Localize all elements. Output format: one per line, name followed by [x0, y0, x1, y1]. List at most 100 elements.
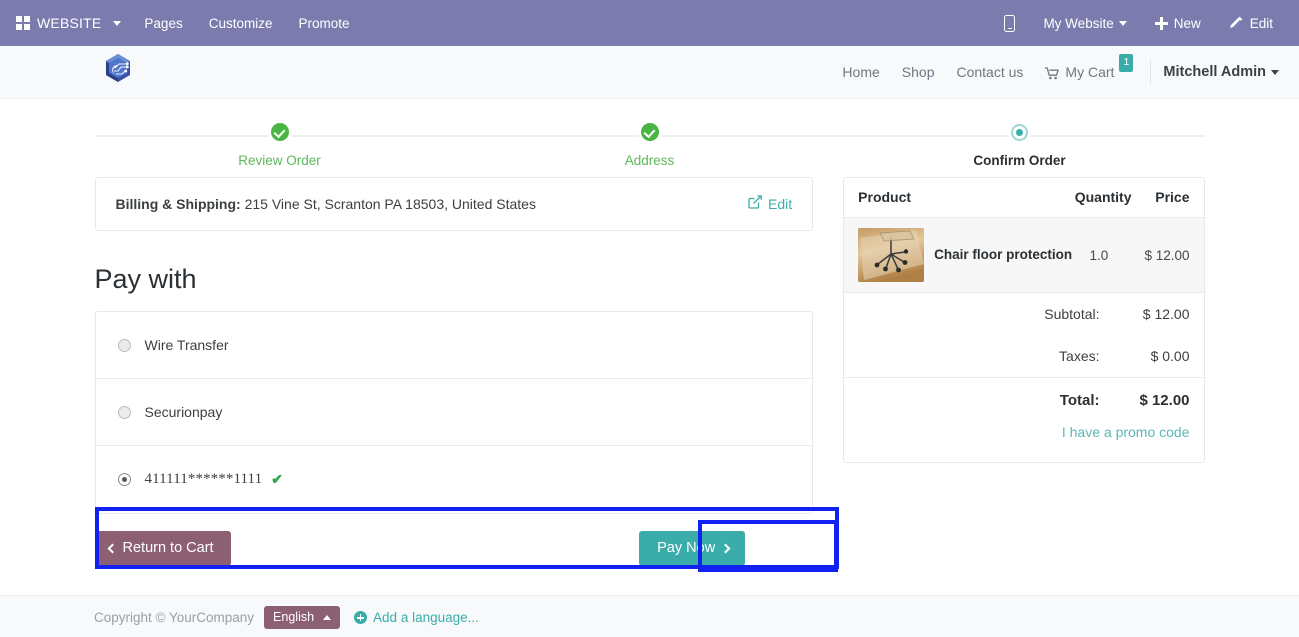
chevron-down-icon — [1118, 20, 1127, 26]
wizard-step-confirm-order[interactable]: Confirm Order — [835, 121, 1205, 168]
copyright-text: Copyright © YourCompany — [94, 610, 255, 625]
promo-row: I have a promo code — [844, 422, 1203, 462]
backend-navbar-left: WEBSITE Pages Customize Promote — [10, 0, 363, 46]
add-language-link[interactable]: Add a language... — [354, 610, 479, 625]
backend-navbar: WEBSITE Pages Customize Promote My Websi… — [0, 0, 1299, 46]
checkout-actions: Return to Cart Pay Now — [94, 520, 838, 572]
menu-item-promote[interactable]: Promote — [285, 0, 362, 46]
mobile-preview-button[interactable] — [990, 0, 1029, 46]
order-summary-column: Product Quantity Price Chair floor prote… — [843, 177, 1205, 463]
menu-item-pages[interactable]: Pages — [131, 0, 195, 46]
checkout-main-column: Billing & Shipping: 215 Vine St, Scranto… — [94, 177, 839, 572]
total-label: Total: — [1059, 392, 1100, 409]
return-to-cart-label: Return to Cart — [122, 540, 214, 556]
chevron-right-icon — [720, 543, 731, 553]
chevron-down-icon — [1271, 69, 1279, 75]
company-logo-icon — [106, 54, 130, 82]
payment-method-saved-card[interactable]: 411111******1111 ✔ — [96, 446, 813, 513]
pay-now-button[interactable]: Pay Now — [639, 531, 746, 566]
payment-method-label: 411111******1111 — [144, 471, 263, 487]
chevron-up-icon — [323, 614, 332, 620]
taxes-label: Taxes: — [1059, 348, 1100, 364]
column-header-product: Product — [858, 189, 912, 205]
payment-methods-list: Wire Transfer Securionpay 411111******11… — [94, 311, 814, 514]
cart-icon — [1045, 64, 1060, 86]
cart-count-badge: 1 — [1119, 54, 1134, 72]
step-marker-wrap — [465, 121, 835, 143]
summary-total-row: Total: $ 12.00 — [844, 377, 1204, 422]
apps-menu-button[interactable]: WEBSITE — [10, 0, 131, 46]
pay-now-label: Pay Now — [657, 540, 716, 556]
language-selector-label: English — [273, 610, 315, 624]
site-nav: Home Shop Contact us My Cart 1 Mitchell … — [831, 54, 1279, 86]
product-quantity: 1.0 — [1089, 247, 1109, 263]
billing-shipping-label: Billing & Shipping: — [115, 195, 241, 212]
column-header-price: Price — [1155, 189, 1190, 205]
taxes-value: $ 0.00 — [1150, 348, 1190, 364]
wizard-step-label: Review Order — [238, 153, 321, 168]
site-footer: Copyright © YourCompany English Add a la… — [0, 595, 1299, 637]
edit-square-icon — [748, 195, 762, 212]
add-language-label: Add a language... — [373, 610, 479, 625]
plus-circle-icon — [354, 611, 368, 624]
chevron-down-icon — [113, 20, 122, 26]
user-menu-label: Mitchell Admin — [1163, 64, 1266, 80]
return-to-cart-button[interactable]: Return to Cart — [94, 531, 231, 566]
radio-icon[interactable] — [117, 405, 131, 419]
new-button[interactable]: New — [1141, 0, 1215, 46]
nav-link-shop[interactable]: Shop — [891, 61, 946, 83]
payment-method-label: Securionpay — [144, 404, 223, 420]
total-value: $ 12.00 — [1139, 392, 1190, 409]
cart-label: My Cart — [1065, 64, 1115, 80]
edit-button-label: Edit — [1249, 15, 1273, 31]
nav-link-contact-us[interactable]: Contact us — [945, 61, 1034, 83]
checkout-columns: Billing & Shipping: 215 Vine St, Scranto… — [94, 177, 1205, 572]
backend-brand-label: WEBSITE — [37, 15, 102, 31]
billing-shipping-text: Billing & Shipping: 215 Vine St, Scranto… — [116, 196, 536, 212]
column-header-quantity: Quantity — [1074, 189, 1132, 205]
product-name: Chair floor protection — [934, 246, 1073, 262]
language-selector-button[interactable]: English — [264, 606, 341, 629]
nav-link-my-cart[interactable]: My Cart 1 — [1034, 54, 1144, 86]
user-menu[interactable]: Mitchell Admin — [1163, 64, 1279, 80]
billing-shipping-value: 215 Vine St, Scranton PA 18503, United S… — [244, 195, 536, 212]
wizard-step-address[interactable]: Address — [465, 121, 835, 168]
subtotal-value: $ 12.00 — [1142, 306, 1190, 322]
website-selector[interactable]: My Website — [1029, 0, 1140, 46]
pay-with-heading: Pay with — [94, 264, 197, 294]
edit-button[interactable]: Edit — [1215, 0, 1287, 46]
subtotal-label: Subtotal: — [1044, 306, 1100, 322]
backend-navbar-right: My Website New Edit — [990, 0, 1287, 46]
check-circle-icon — [270, 123, 289, 141]
check-circle-icon — [640, 123, 659, 141]
promo-code-link[interactable]: I have a promo code — [1062, 424, 1190, 440]
chevron-left-icon — [107, 543, 117, 553]
new-button-label: New — [1173, 15, 1201, 31]
edit-address-link[interactable]: Edit — [748, 195, 792, 212]
wizard-step-label: Confirm Order — [973, 153, 1066, 168]
summary-taxes-row: Taxes: $ 0.00 — [844, 335, 1203, 377]
nav-link-home[interactable]: Home — [831, 61, 890, 83]
payment-method-securionpay[interactable]: Securionpay — [95, 379, 813, 446]
site-header: Home Shop Contact us My Cart 1 Mitchell … — [0, 46, 1299, 99]
payment-method-wire-transfer[interactable]: Wire Transfer — [95, 312, 813, 379]
edit-address-label: Edit — [768, 195, 793, 212]
order-summary-card: Product Quantity Price Chair floor prote… — [843, 177, 1205, 463]
site-logo[interactable] — [88, 50, 148, 94]
payment-method-label: Wire Transfer — [144, 337, 229, 353]
wizard-step-review-order[interactable]: Review Order — [95, 121, 465, 168]
wizard-step-label: Address — [624, 153, 675, 168]
mobile-icon — [1004, 14, 1016, 32]
pencil-icon — [1229, 16, 1243, 30]
radio-icon[interactable] — [117, 338, 131, 352]
order-line-item: Chair floor protection 1.0 $ 12.00 — [844, 218, 1204, 293]
header-divider — [1150, 59, 1152, 85]
order-summary-header: Product Quantity Price — [844, 178, 1204, 218]
radio-icon-selected[interactable] — [117, 473, 131, 486]
page-body: Review Order Address Confirm Order Billi… — [0, 99, 1299, 637]
menu-item-customize[interactable]: Customize — [196, 0, 286, 46]
summary-subtotal-row: Subtotal: $ 12.00 — [844, 293, 1203, 335]
plus-icon — [1154, 16, 1168, 30]
current-step-dot-icon — [1011, 123, 1028, 141]
product-price: $ 12.00 — [1144, 247, 1190, 263]
